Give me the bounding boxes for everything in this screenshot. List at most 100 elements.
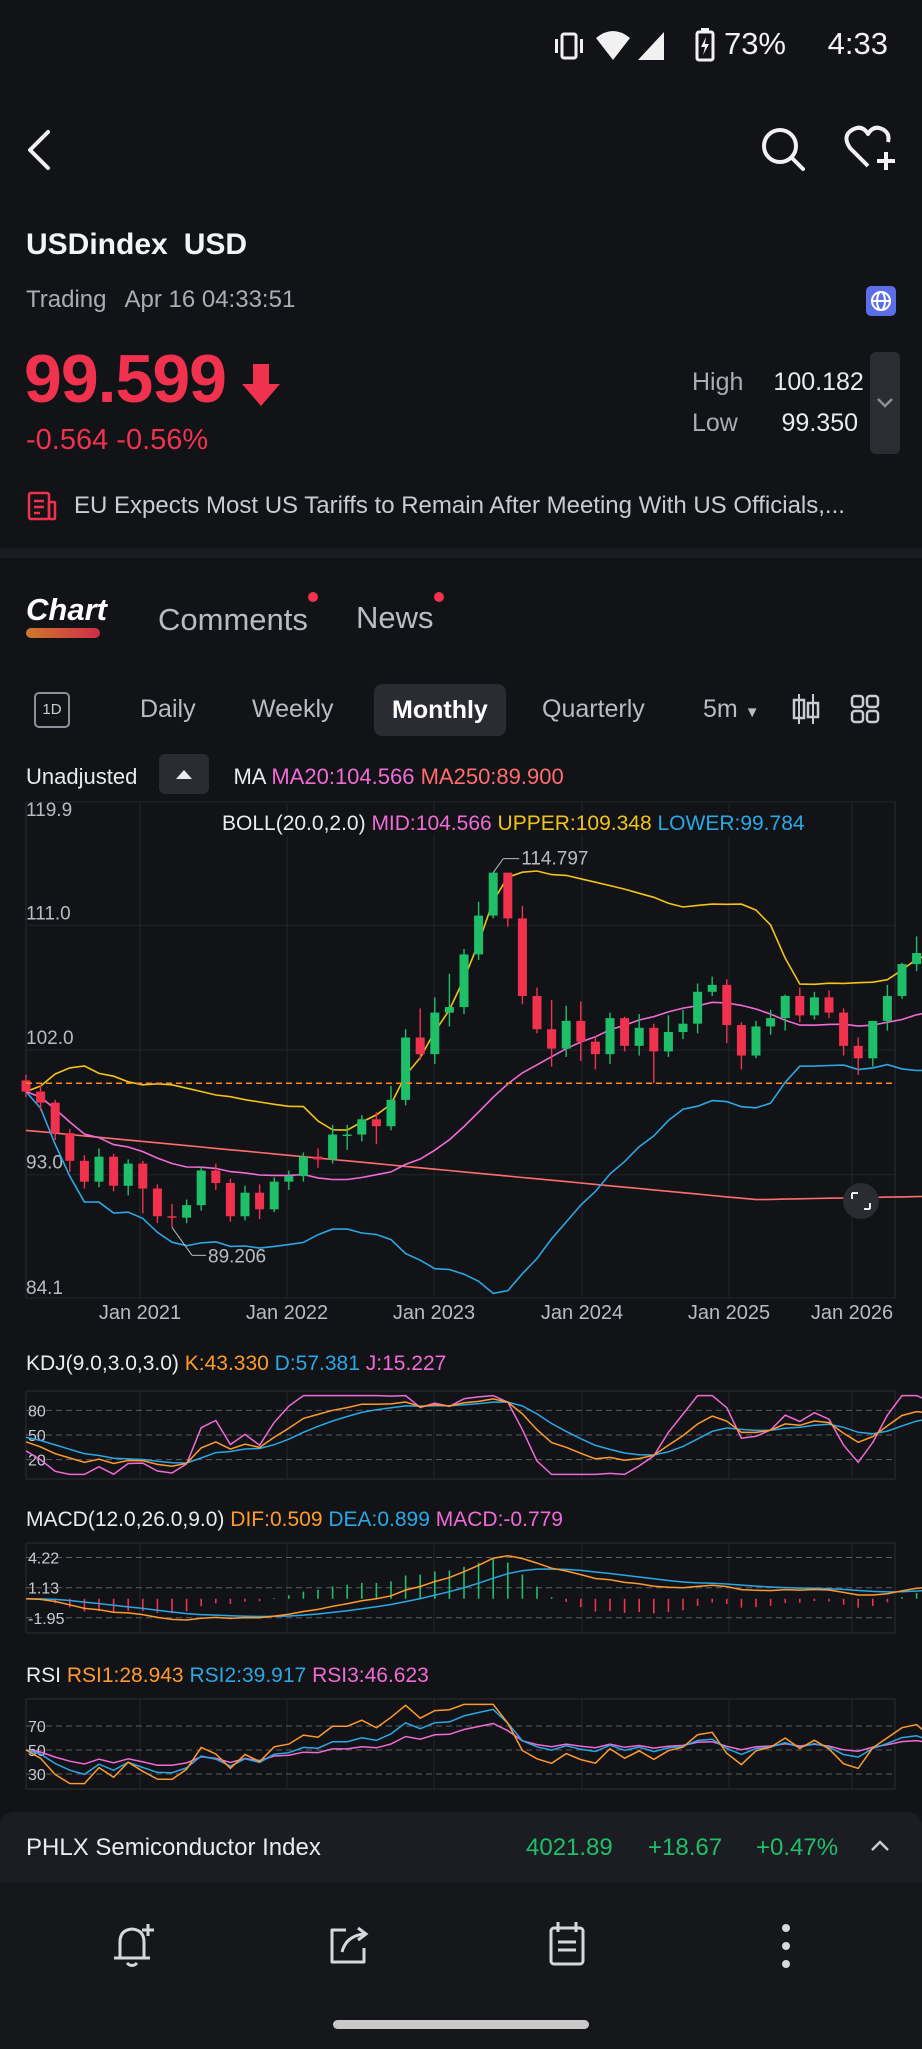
rsi-chart[interactable]: 705030 (0, 1698, 922, 1790)
macd-dea: DEA:0.899 (328, 1508, 430, 1531)
boll-lower: LOWER:99.784 (657, 812, 805, 835)
candle-body (678, 1023, 688, 1032)
expand-quote-button[interactable] (870, 352, 900, 454)
comments-badge-dot (308, 592, 318, 602)
period-weekly[interactable]: Weekly (252, 686, 334, 732)
news-badge-dot (434, 592, 444, 602)
macd-tick-label: 4.22 (28, 1551, 59, 1568)
candle-body (576, 1020, 586, 1042)
trade-notes-icon[interactable] (538, 1916, 598, 1976)
candle-body (36, 1091, 46, 1103)
period-5m[interactable]: 5m ▼ (703, 686, 760, 732)
macd-chart[interactable]: 4.22 1.13 -1.95 (0, 1542, 922, 1634)
candle-body (50, 1102, 60, 1134)
boll-legend: BOLL(20.0,2.0) MID:104.566 UPPER:109.348… (222, 812, 805, 836)
candle-body (459, 954, 469, 1008)
boll-lower-line (25, 1063, 922, 1295)
candle-body (722, 984, 732, 1026)
section-divider (0, 548, 922, 558)
candle-body (663, 1031, 673, 1052)
kdj-chart[interactable]: 805020 (0, 1390, 922, 1480)
candle-body (94, 1156, 104, 1182)
kdj-d: D:57.381 (274, 1352, 360, 1375)
high-low-panel: High 100.182 Low 99.350 (692, 368, 864, 450)
candle-body (21, 1080, 31, 1092)
share-icon[interactable] (320, 1916, 380, 1976)
boll-mid-line (25, 1001, 922, 1181)
candle-body (298, 1156, 308, 1177)
candle-body (649, 1027, 659, 1052)
high-label: High (692, 368, 744, 396)
status-icons (555, 31, 664, 60)
news-ticker[interactable]: EU Expects Most US Tariffs to Remain Aft… (26, 492, 896, 520)
low-label: Low (692, 409, 738, 437)
wifi-icon (596, 31, 630, 60)
price-change: -0.564 -0.56% (26, 424, 208, 457)
candle-body (328, 1134, 338, 1160)
candle-body (751, 1026, 761, 1056)
ticker-price: 4021.89 (526, 1834, 613, 1861)
chevron-up-icon[interactable] (868, 1836, 892, 1856)
candle-body (707, 984, 717, 992)
add-watchlist-icon[interactable] (844, 124, 898, 172)
candle-body (488, 872, 498, 916)
high-marker-line (492, 858, 504, 873)
tab-news[interactable]: News (356, 600, 434, 636)
candle-body (415, 1037, 425, 1055)
tab-chart-label: Chart (26, 592, 107, 627)
ticker-change-percent: +0.47% (756, 1834, 839, 1861)
period-selector: 1D Daily Weekly Monthly Quarterly 5m ▼ (0, 684, 922, 736)
kdj-d-line (25, 1401, 922, 1464)
kdj-label: KDJ(9.0,3.0,3.0) (26, 1352, 179, 1375)
high-value: 100.182 (773, 368, 864, 396)
candle-style-icon[interactable] (792, 692, 820, 726)
x-tick-label: Jan 2024 (541, 1302, 623, 1324)
main-price-chart[interactable]: 119.9 111.0 102.0 93.0 84.1 Jan 2021 Jan 2022 J… (0, 790, 922, 1330)
ticker-name: PHLX Semiconductor Index (26, 1834, 321, 1861)
news-headline: EU Expects Most US Tariffs to Remain Aft… (74, 492, 845, 519)
period-monthly[interactable]: Monthly (374, 684, 506, 736)
layout-grid-icon[interactable] (850, 694, 880, 724)
period-quarterly[interactable]: Quarterly (542, 686, 645, 732)
candle-body (561, 1020, 571, 1049)
candle-body (152, 1188, 162, 1217)
y-tick-label: 102.0 (26, 1028, 74, 1049)
rsi2-value: RSI2:39.917 (189, 1664, 307, 1687)
quote-datetime: Apr 16 04:33:51 (124, 286, 296, 313)
back-icon[interactable] (24, 128, 54, 172)
globe-icon[interactable] (866, 286, 896, 316)
candle-body (240, 1192, 250, 1217)
tab-comments[interactable]: Comments (158, 602, 308, 638)
more-options-icon[interactable] (756, 1916, 816, 1976)
search-icon[interactable] (760, 126, 806, 172)
tab-news-label: News (356, 600, 434, 635)
x-tick-label: Jan 2023 (393, 1302, 475, 1324)
kdj-k-line (25, 1398, 922, 1467)
ticker-change: +18.67 (648, 1834, 723, 1861)
candle-body (255, 1192, 265, 1210)
period-daily[interactable]: Daily (140, 686, 196, 732)
candle-body (342, 1134, 352, 1137)
change-value: -0.564 (26, 424, 109, 456)
price-alert-icon[interactable] (104, 1916, 164, 1976)
ma-label: MA (233, 764, 266, 789)
panel-frame (25, 1698, 896, 1790)
period-1d[interactable]: 1D (34, 692, 70, 728)
y-tick-label: 119.9 (26, 800, 72, 821)
candle-body (211, 1170, 221, 1184)
clock: 4:33 (827, 26, 888, 61)
tab-chart[interactable]: Chart (26, 592, 107, 628)
macd-dea-line (25, 1568, 922, 1618)
tab-chart-underline (26, 628, 100, 638)
low-value: 99.350 (781, 409, 858, 437)
candle-body (780, 995, 790, 1019)
y-tick-label: 111.0 (26, 903, 71, 924)
symbol-name: USDindex (26, 228, 168, 261)
bottom-ticker-sheet[interactable]: PHLX Semiconductor Index 4021.89 +18.67 … (0, 1812, 922, 1882)
candle-body (357, 1119, 367, 1135)
candle-body (839, 1012, 849, 1046)
low-marker-line (171, 1227, 193, 1256)
rsi3-line (25, 1722, 922, 1767)
adjust-toggle-button[interactable] (159, 754, 209, 794)
macd-tick-label: 1.13 (28, 1581, 59, 1598)
